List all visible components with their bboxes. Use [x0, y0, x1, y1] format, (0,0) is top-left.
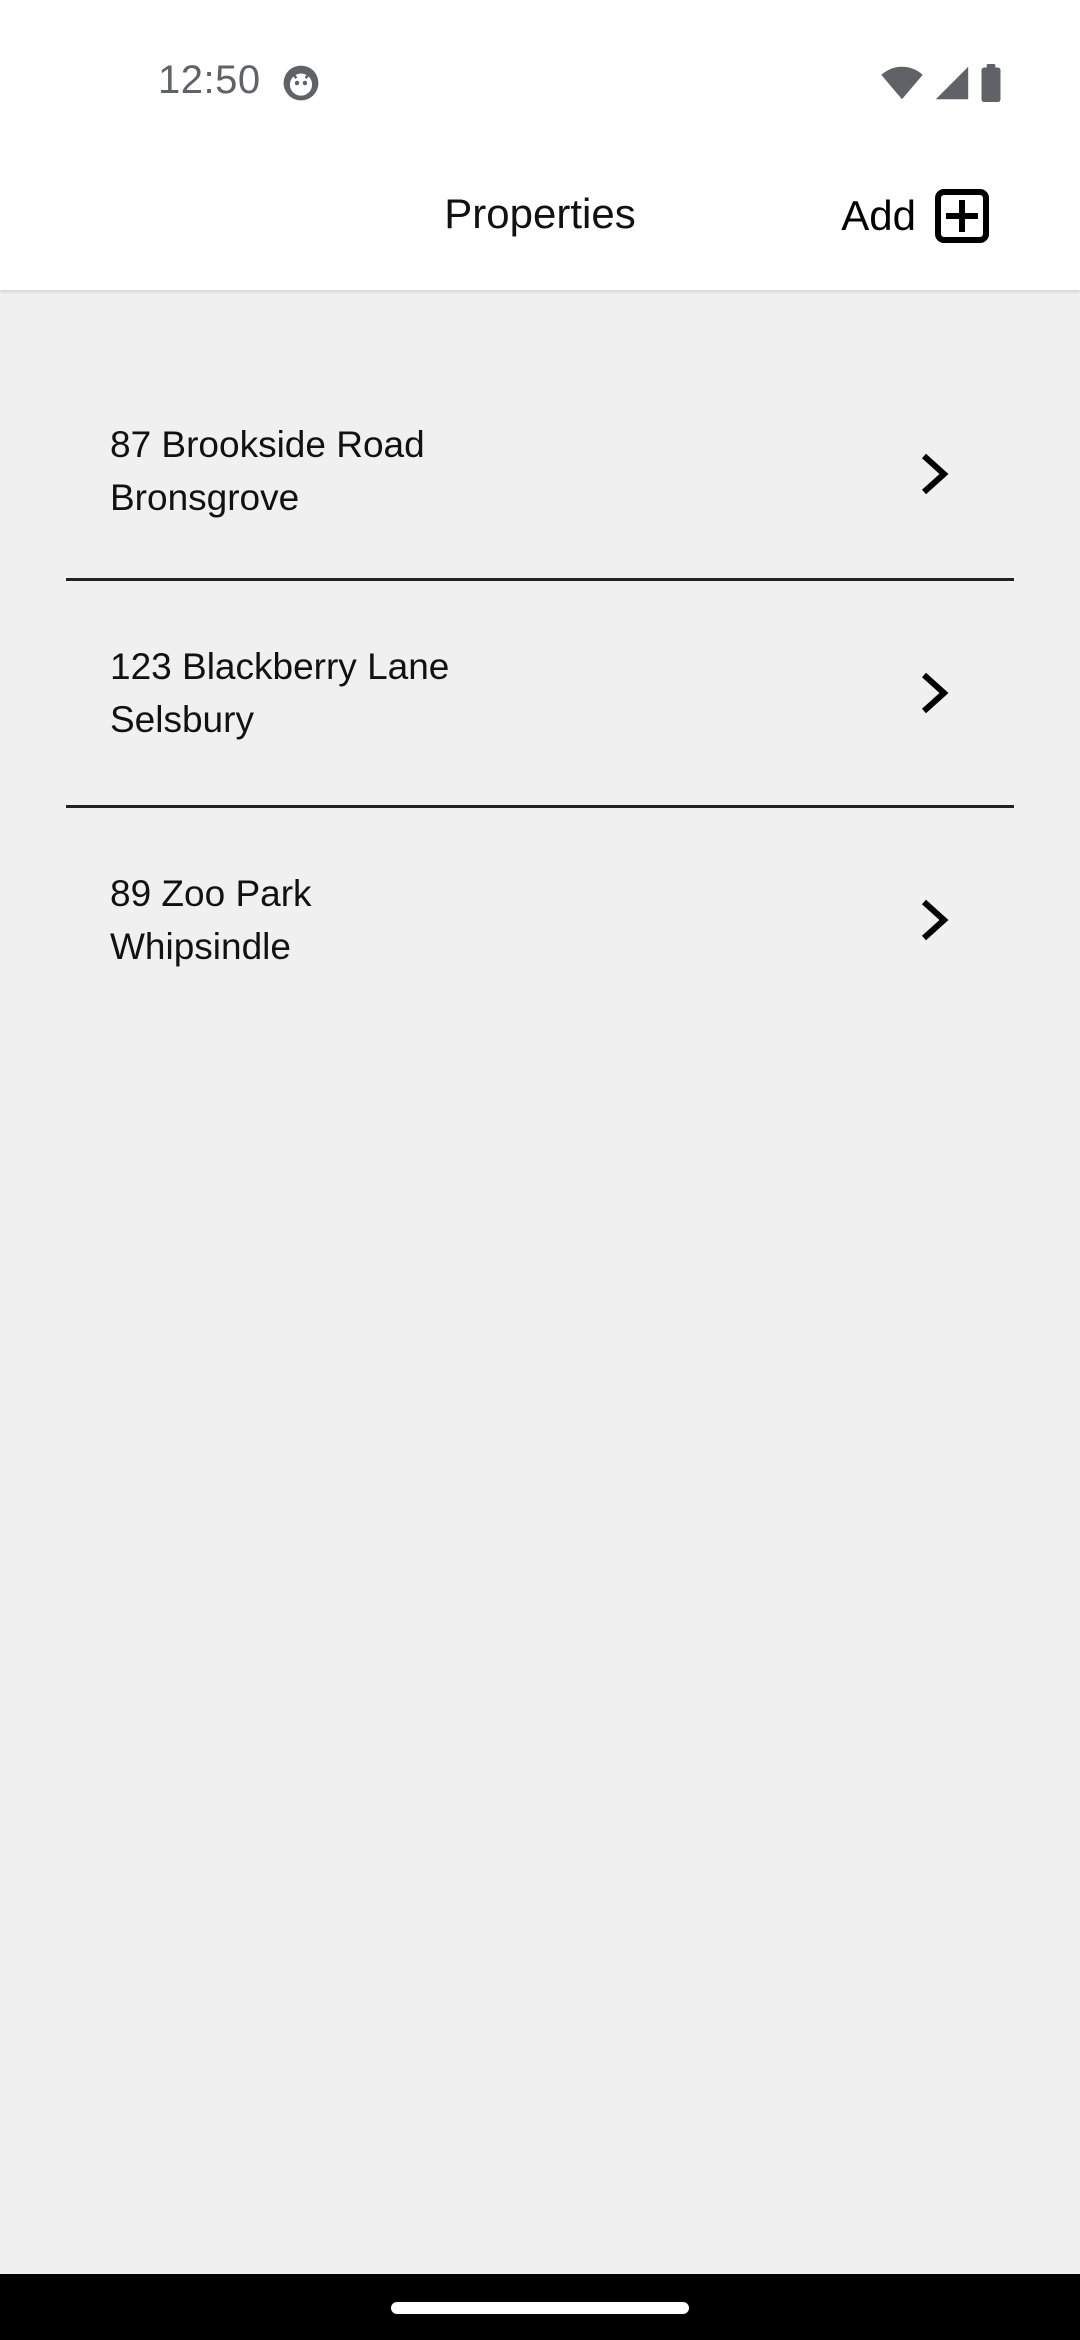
home-indicator[interactable] [391, 2302, 689, 2314]
status-time: 12:50 [158, 58, 261, 102]
property-item[interactable]: 87 Brookside Road Bronsgrove [66, 360, 1014, 578]
property-text: 123 Blackberry Lane Selsbury [66, 640, 449, 746]
wifi-icon [881, 66, 923, 100]
property-address: 89 Zoo Park [110, 873, 312, 914]
property-text: 89 Zoo Park Whipsindle [66, 867, 312, 973]
battery-icon [981, 64, 1001, 102]
add-label: Add [841, 192, 916, 239]
property-item[interactable]: 123 Blackberry Lane Selsbury [66, 581, 1014, 805]
property-town: Selsbury [110, 699, 254, 740]
status-icons [880, 64, 1002, 102]
add-property-button[interactable]: Add [841, 184, 990, 248]
notification-icon [283, 65, 319, 101]
property-address: 123 Blackberry Lane [110, 646, 450, 687]
property-town: Whipsindle [110, 926, 291, 967]
chevron-right-icon [921, 672, 949, 714]
property-item[interactable]: 89 Zoo Park Whipsindle [66, 808, 1014, 1032]
cell-signal-icon [935, 66, 969, 100]
app-top-area: 12:50 Properties Add [0, 0, 1080, 290]
chevron-right-icon [921, 453, 949, 495]
property-town: Bronsgrove [110, 477, 300, 518]
chevron-right-icon [921, 899, 949, 941]
screen: 12:50 Properties Add 87 Brookside Road B… [0, 0, 1080, 2340]
property-list: 87 Brookside Road Bronsgrove 123 Blackbe… [66, 360, 1014, 1032]
property-address: 87 Brookside Road [110, 424, 425, 465]
status-bar: 12:50 [0, 0, 1080, 160]
property-text: 87 Brookside Road Bronsgrove [66, 360, 425, 524]
add-box-icon [935, 189, 989, 243]
app-header: Properties Add [0, 160, 1080, 290]
